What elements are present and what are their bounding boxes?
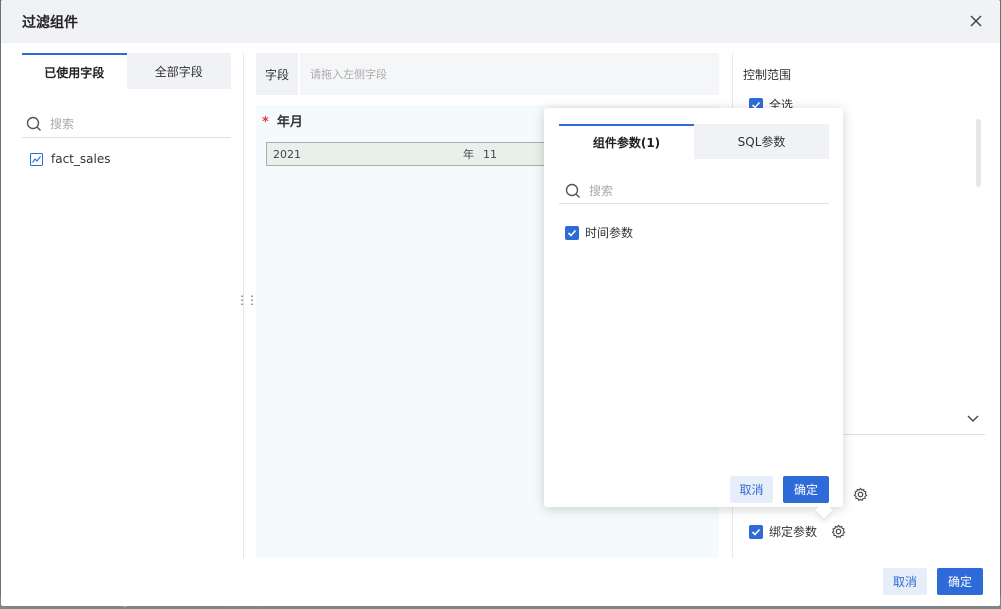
tab-all-fields[interactable]: 全部字段 — [127, 53, 232, 89]
field-drop-bar: 字段 请拖入左侧字段 — [256, 53, 719, 95]
tab-used-fields[interactable]: 已使用字段 — [22, 53, 127, 89]
year-value: 2021 — [273, 147, 301, 161]
dialog-title: 过滤组件 — [22, 14, 78, 31]
field-search-input[interactable]: 搜索 — [22, 110, 231, 138]
tab-sql-params[interactable]: SQL参数 — [694, 124, 829, 159]
gear-icon[interactable] — [831, 524, 846, 539]
popover-cancel-button[interactable]: 取消 — [730, 476, 773, 503]
search-placeholder: 搜索 — [50, 117, 75, 131]
checkbox-checked-icon — [565, 225, 579, 240]
chevron-down-icon — [967, 415, 979, 422]
close-icon[interactable] — [968, 13, 984, 29]
required-mark: * — [262, 115, 269, 130]
year-unit: 年 — [463, 148, 474, 161]
resize-handle-icon[interactable]: ⋮⋮ — [236, 294, 258, 315]
bind-param-label: 绑定参数 — [769, 525, 818, 539]
field-item-fact-sales[interactable]: fact_sales — [22, 152, 231, 166]
gear-icon[interactable] — [853, 487, 868, 502]
preview-title: * 年月 — [262, 111, 303, 130]
dialog-header: 过滤组件 — [1, 0, 1000, 43]
field-tabs: 已使用字段 全部字段 — [22, 53, 231, 89]
param-search-input[interactable]: 搜索 — [559, 178, 829, 204]
confirm-button[interactable]: 确定 — [937, 568, 983, 595]
field-drop-zone[interactable]: 请拖入左侧字段 — [298, 53, 719, 95]
bind-param-popover: 组件参数(1) SQL参数 搜索 时间参数 取消 确定 — [544, 108, 843, 519]
control-scope-title: 控制范围 — [743, 68, 792, 82]
param-item-label: 时间参数 — [585, 226, 634, 240]
bind-param-checkbox[interactable]: 绑定参数 — [749, 523, 846, 540]
popover-confirm-button[interactable]: 确定 — [783, 476, 829, 503]
param-tabs: 组件参数(1) SQL参数 — [559, 124, 829, 159]
param-item-time[interactable]: 时间参数 — [565, 224, 633, 241]
filter-component-dialog: 过滤组件 已使用字段 全部字段 搜索 fact_sales ⋮⋮ 字段 请拖入左… — [1, 0, 1000, 606]
month-value: 11 — [483, 147, 497, 161]
field-item-label: fact_sales — [51, 152, 111, 166]
line-chart-icon — [30, 152, 43, 166]
field-list-panel: 已使用字段 全部字段 搜索 fact_sales — [22, 53, 231, 558]
search-placeholder: 搜索 — [589, 184, 614, 198]
preview-title-text: 年月 — [276, 115, 303, 130]
cancel-button[interactable]: 取消 — [883, 568, 927, 595]
tab-component-params[interactable]: 组件参数(1) — [559, 124, 694, 159]
scrollbar[interactable] — [976, 119, 981, 187]
field-label: 字段 — [264, 67, 289, 82]
search-icon — [26, 116, 41, 131]
checkbox-checked-icon — [749, 524, 763, 539]
search-icon — [565, 183, 580, 198]
scope-select[interactable] — [833, 403, 985, 435]
